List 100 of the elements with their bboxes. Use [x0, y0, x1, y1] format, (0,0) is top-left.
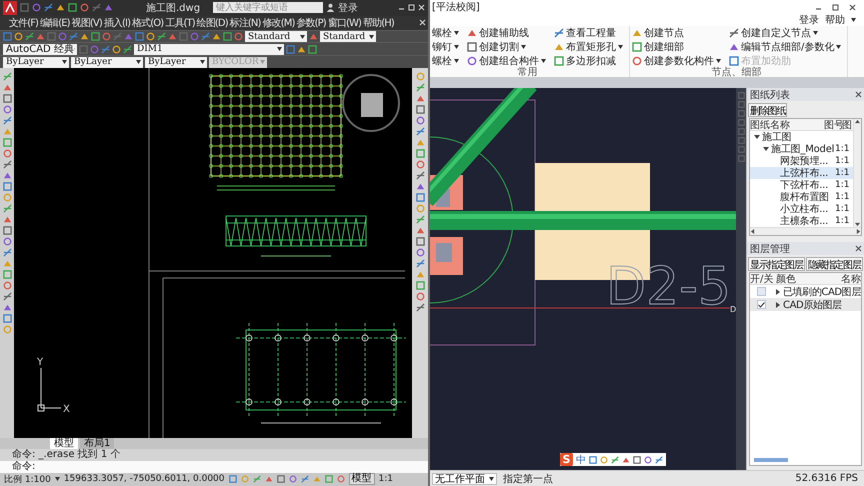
workspace-select[interactable]: AutoCAD 经典	[3, 44, 77, 55]
annotation-scale[interactable]: 1:1	[378, 474, 393, 484]
fps-text: 52.6316 FPS	[795, 473, 858, 484]
menu-item[interactable]: 参数(P)	[295, 16, 327, 30]
horizontal-scrollbar[interactable]	[750, 227, 861, 235]
ribbon-button[interactable]: 创建节点	[632, 26, 721, 40]
tool-icon[interactable]	[92, 3, 101, 12]
ribbon-button[interactable]: 编辑节点细部/参数化	[729, 40, 842, 54]
tool-icon[interactable]	[2, 116, 12, 125]
login-link[interactable]: 登录	[338, 0, 358, 15]
tool-icon[interactable]	[44, 3, 53, 12]
tool-icon[interactable]	[2, 160, 12, 169]
ribbon-button[interactable]: 创建参数化构件	[632, 54, 721, 68]
vertical-scrollbar[interactable]	[853, 119, 861, 227]
group-label: 常用	[516, 68, 538, 77]
collapsed-arrow-icon[interactable]	[775, 288, 781, 294]
user-icon[interactable]	[326, 3, 336, 12]
tool-icon[interactable]	[554, 28, 564, 38]
axis-mark: D	[730, 305, 736, 314]
ribbon-button[interactable]: 布置矩形孔	[554, 40, 623, 54]
layer-button[interactable]: 隐藏指定图层	[806, 256, 863, 270]
text-style-select[interactable]: Standard	[245, 31, 307, 42]
tool-icon[interactable]	[104, 3, 113, 12]
checkbox[interactable]	[757, 300, 766, 309]
tree-row[interactable]: 上弦杆布... 1:1	[750, 167, 853, 179]
delete-sheet-button[interactable]: 删除图纸	[748, 102, 788, 116]
menu-item[interactable]: 插入(I)	[102, 16, 132, 30]
tree-row[interactable]: 小立柱布... 1:1	[750, 203, 853, 215]
column-header: 图纸名称	[750, 119, 791, 132]
ribbon-button[interactable]: 查看工程量	[554, 26, 623, 40]
layout-tab[interactable]: 模型	[50, 438, 78, 449]
layer-name: 已填刷的CAD图层	[783, 286, 861, 298]
ribbon-button[interactable]: 创建自定义节点	[729, 26, 842, 40]
scroll-thumb[interactable]	[754, 458, 788, 462]
menu-item[interactable]: 工具(T)	[164, 16, 196, 30]
tree-row[interactable]: 施工图	[750, 131, 853, 143]
tool-icon[interactable]	[157, 32, 166, 42]
ribbon-button[interactable]: 螺栓	[432, 26, 459, 40]
color-select[interactable]: ByLayer	[3, 56, 69, 68]
scroll-arrow-icon[interactable]	[750, 229, 755, 234]
column-header: 图号	[824, 119, 842, 132]
scale-select[interactable]: 比例 1:100	[4, 472, 51, 486]
ribbon-button[interactable]: 螺栓	[432, 54, 459, 68]
tool-icon[interactable]	[25, 32, 34, 42]
menu-item[interactable]: 文件(F)	[8, 16, 40, 30]
layout-tab[interactable]: 布局1	[80, 438, 114, 449]
tree-row[interactable]: 施工图_Model 1:1	[750, 143, 853, 155]
workplane-select[interactable]: 无工作平面	[432, 472, 497, 484]
lineweight-select[interactable]: ByLayer	[145, 56, 207, 68]
maximize-icon[interactable]	[832, 4, 839, 10]
layer-button[interactable]: 显示指定图层	[748, 256, 805, 270]
tool-icon[interactable]	[300, 475, 309, 484]
close-icon[interactable]	[849, 4, 856, 10]
tool-icon[interactable]	[2, 292, 12, 301]
menu-item[interactable]: 修改(M)	[262, 16, 296, 30]
ribbon-button[interactable]: 多边形扣减	[554, 54, 623, 68]
circle-symbol-drawing	[342, 74, 400, 132]
ribbon-button[interactable]: 创建切割	[467, 40, 546, 54]
linetype-select[interactable]: ByLayer	[71, 56, 143, 68]
grid-label: D2-5	[606, 257, 731, 317]
close-icon[interactable]	[855, 245, 862, 252]
scale-text: 1:1	[835, 204, 850, 214]
tree-row[interactable]: 腹杆布置图 1:1	[750, 191, 853, 203]
model-button[interactable]: 模型	[348, 473, 375, 486]
menu-item[interactable]: 绘图(D)	[196, 16, 229, 30]
menu-item[interactable]: 标注(N)	[228, 16, 262, 30]
tree-label: 主檩条布...	[780, 214, 830, 227]
help-menu[interactable]: 帮助	[825, 13, 845, 27]
tool-icon[interactable]	[123, 44, 132, 54]
search-field[interactable]: 键入关键字或短语	[213, 2, 324, 14]
dimension-style-select[interactable]: Standard	[320, 31, 376, 42]
menu-item[interactable]: 编辑(E)	[39, 16, 71, 30]
ribbon-button[interactable]: 铆钉	[432, 40, 459, 54]
tool-icon[interactable]	[655, 456, 663, 464]
coordinates-text: 159633.3057, -75050.6011, 0.0000	[64, 474, 225, 484]
tool-icon[interactable]	[416, 126, 424, 136]
ribbon-button[interactable]: 创建辅助线	[467, 26, 546, 40]
menu-item[interactable]: 格式(O)	[131, 16, 164, 30]
login-link[interactable]: 登录	[799, 13, 819, 27]
app-logo-icon[interactable]	[3, 0, 17, 15]
menu-item[interactable]: 帮助(H)	[362, 16, 395, 30]
tool-icon[interactable]	[611, 456, 619, 464]
ribbon-button[interactable]: 创建细部	[632, 40, 721, 54]
menu-item[interactable]: 窗口(W)	[326, 16, 362, 30]
collapsed-arrow-icon[interactable]	[775, 302, 781, 308]
tool-icon[interactable]	[729, 28, 739, 38]
column-header: 图	[842, 119, 853, 132]
menu-item[interactable]: 视图(V)	[70, 16, 103, 30]
tool-icon[interactable]	[416, 258, 424, 268]
tool-icon[interactable]	[416, 302, 424, 312]
layer-select[interactable]: DIM1	[134, 44, 284, 55]
close-icon[interactable]	[855, 91, 862, 98]
tool-icon[interactable]	[2, 248, 12, 257]
tree-row[interactable]: 网架预埋... 1:1	[750, 155, 853, 167]
tree-row[interactable]: 主檩条布... 1:1	[750, 215, 853, 227]
scroll-arrow-icon[interactable]	[855, 119, 860, 124]
ribbon-button[interactable]: 创建组合构件	[467, 54, 546, 68]
input-mode[interactable]: 中	[576, 452, 586, 466]
tree-row[interactable]: 下弦杆布... 1:1	[750, 179, 853, 191]
tool-icon[interactable]	[416, 170, 424, 180]
